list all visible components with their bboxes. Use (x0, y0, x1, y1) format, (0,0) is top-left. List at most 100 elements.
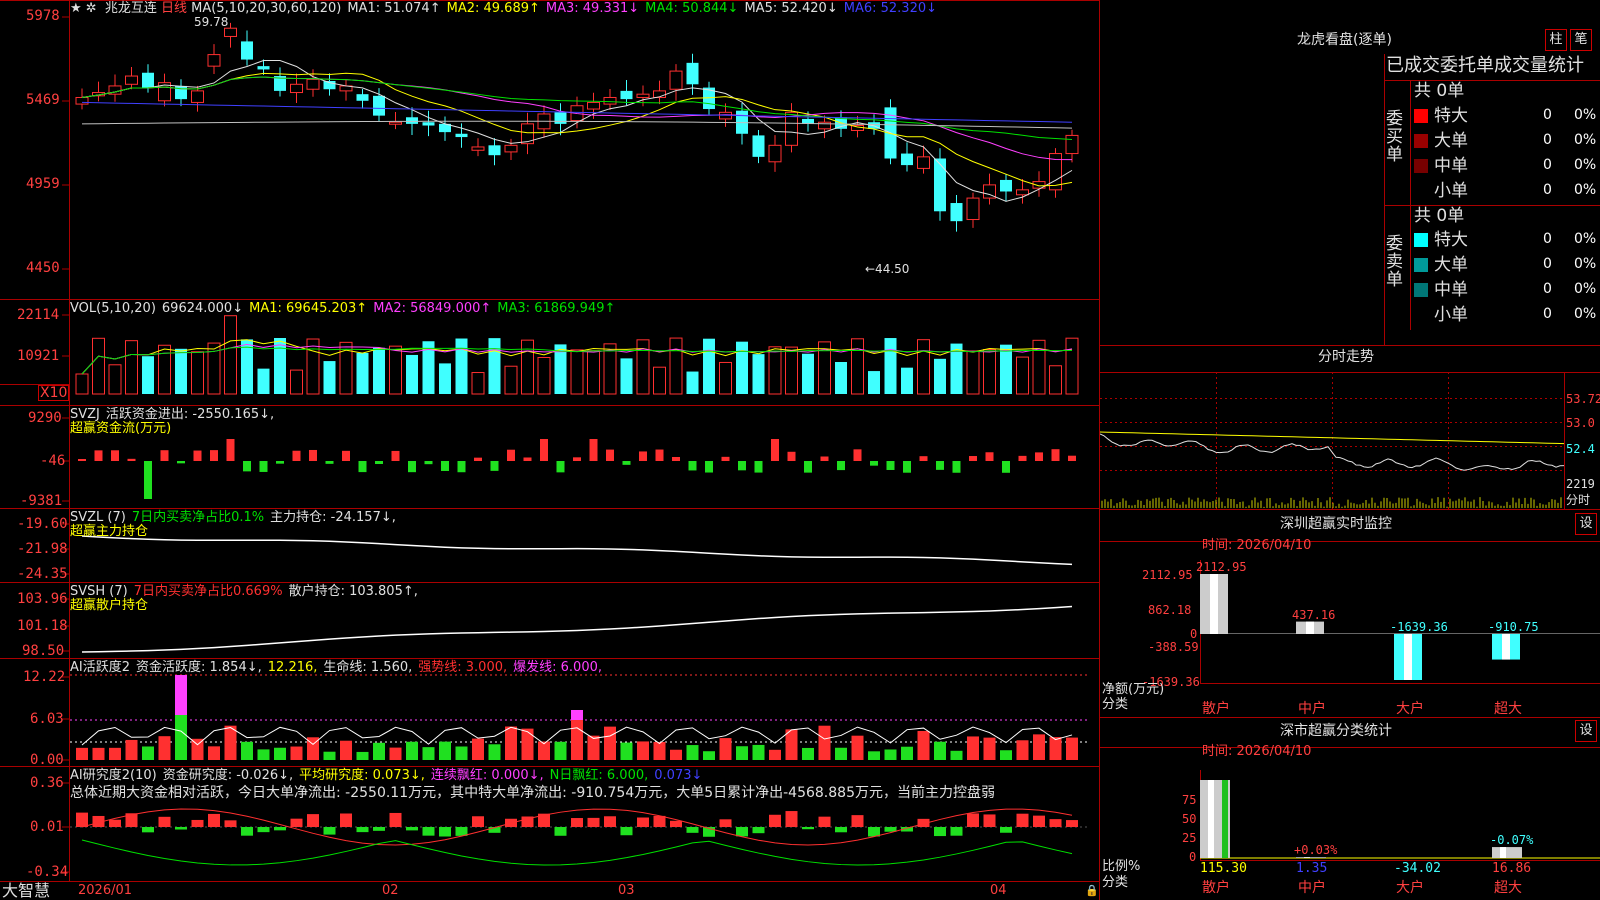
candle-body (456, 134, 468, 137)
svzj-subtitle: 超赢资金流(万元) (70, 422, 171, 436)
column-view-button[interactable]: 柱 (1545, 29, 1567, 51)
candle-body (142, 73, 154, 88)
candle-body (225, 28, 237, 36)
candle-body (1000, 180, 1012, 192)
order-color-swatch (1414, 258, 1428, 272)
order-row-count: 0 (1543, 257, 1552, 271)
y-tick-label: 5469 (26, 93, 60, 107)
candle-body (753, 135, 765, 156)
volume-bar (885, 338, 897, 394)
ai-research-bar (241, 827, 253, 836)
monitor-y-tick: 2112.95 (1142, 568, 1193, 582)
order-row-count: 0 (1543, 183, 1552, 197)
volume-bar (918, 340, 930, 394)
candle-body (951, 203, 963, 221)
count-view-button[interactable]: 笔 (1570, 29, 1592, 51)
ai-active-bar (126, 740, 138, 760)
y-tick-label: 0.00 (30, 753, 64, 767)
ai-active-bar (918, 731, 930, 760)
classify-time: 时间: 2026/04/10 (1202, 745, 1311, 759)
ai-research-bar (258, 827, 270, 832)
ai-research-bar (109, 820, 121, 827)
svzj-bar (326, 461, 334, 464)
sell-orders-label: 委卖单 (1386, 235, 1406, 289)
ai-research-bar (588, 818, 600, 827)
order-row-name: 小单 (1434, 181, 1468, 201)
ai-active-bar (1066, 738, 1078, 760)
chart-area[interactable] (0, 0, 1100, 900)
volume-bar (373, 348, 385, 394)
ai-active-bar (819, 726, 831, 760)
vol-unit: X10 (38, 385, 69, 401)
svzj-bar (623, 461, 631, 465)
candle-body (588, 102, 600, 109)
svzj-bar (1002, 461, 1010, 473)
ai-research-bar (472, 816, 484, 827)
legend-item: MA3: 61869.949↑ (497, 301, 615, 316)
monitor-axis-label: 分类 (1102, 698, 1128, 712)
ai-active-bar (274, 748, 286, 760)
candle-body (390, 122, 402, 124)
volume-bar (472, 373, 484, 394)
classify-bar-highlight (1208, 780, 1214, 858)
monitor-y-tick: 862.18 (1148, 603, 1191, 617)
chart-period[interactable]: 日线 (161, 1, 187, 16)
svzj-bar (441, 461, 449, 471)
ai-research-bar (951, 827, 963, 836)
svzj-bar (293, 451, 301, 461)
candle-body (934, 159, 946, 212)
monitor-category: 散户 (1202, 702, 1230, 716)
order-row-pct: 0% (1574, 108, 1596, 122)
classify-category: 中户 (1298, 881, 1326, 895)
candle-body (786, 112, 798, 145)
svzj-bar (936, 461, 944, 470)
monitor-category: 超大 (1494, 702, 1522, 716)
volume-bar (192, 352, 204, 394)
order-row-name: 大单 (1434, 131, 1468, 151)
intraday-tick: 53.0 (1566, 416, 1595, 430)
volume-bar (76, 374, 88, 394)
settings-gear-icon[interactable]: ✲ (86, 1, 97, 16)
ai-active-bar (670, 750, 682, 760)
favorite-star-icon[interactable]: ★ (70, 1, 82, 16)
stats-header: 已成交委托单成交量统计 (1386, 56, 1584, 76)
classify-settings-button[interactable]: 设 (1575, 720, 1597, 742)
candle-body (307, 79, 319, 89)
ai-active-legend: AI活跃度2 资金活跃度: 1.854↓, 12.216, 生命线: 1.560, 强势… (70, 661, 608, 675)
svzj-bar (953, 461, 961, 473)
classify-y-tick: 50 (1182, 812, 1196, 826)
stock-name[interactable]: 兆龙互连 (105, 1, 157, 16)
legend-item: 生命线: 1.560, (323, 660, 412, 675)
ai-research-bar (934, 827, 946, 836)
order-row-pct: 0% (1574, 257, 1596, 271)
monitor-bar-highlight (1306, 622, 1314, 634)
order-row-name: 特大 (1434, 106, 1468, 126)
volume-bar (654, 367, 666, 394)
ai-active-bar (291, 747, 303, 760)
ai-active-bar (93, 748, 105, 760)
classify-bar-highlight (1304, 857, 1310, 858)
candle-body (670, 71, 682, 89)
ai-active-bar (373, 743, 385, 760)
monitor-axis-label: 净额(万元) (1102, 683, 1164, 697)
classify-bar (1296, 857, 1326, 858)
x-axis-label: 2026/01 (78, 884, 132, 898)
volume-bar (588, 351, 600, 394)
svzj-bar (755, 461, 763, 473)
order-row-pct: 0% (1574, 158, 1596, 172)
volume-bar (753, 354, 765, 394)
monitor-settings-button[interactable]: 设 (1575, 513, 1597, 535)
ai-research-bar (373, 827, 385, 831)
y-tick-label: 0.01 (30, 820, 64, 834)
ai-research-bar (670, 821, 682, 827)
svzj-bar (524, 457, 532, 461)
ai-research-bar (208, 814, 220, 827)
volume-bar (786, 347, 798, 394)
lock-icon[interactable]: 🔒 (1085, 884, 1099, 898)
ai-active-bar (522, 729, 534, 760)
ai-active-bar (967, 736, 979, 760)
candle-body (604, 97, 616, 104)
candle-body (901, 154, 913, 166)
order-row-count: 0 (1543, 158, 1552, 172)
ai-research-bar (736, 827, 748, 836)
